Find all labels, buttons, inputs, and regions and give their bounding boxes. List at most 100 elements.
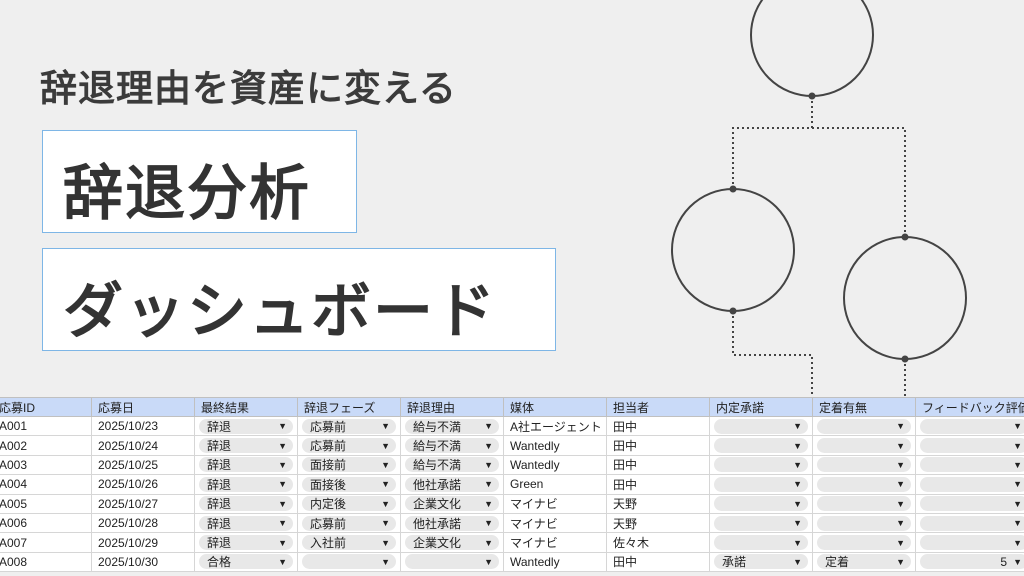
decline-phase-dropdown[interactable]: ▼ (302, 554, 396, 570)
table-row: A001 2025/10/23 辞退 ▼ 応募前 ▼ 給与不満 ▼ A社エージェント 田中 ▼ ▼ ▼ (0, 415, 1024, 437)
cell-owner[interactable]: 田中 (606, 454, 710, 476)
column-header[interactable]: フィードバック評価 (915, 397, 1024, 417)
dropdown-arrow-icon: ▼ (1013, 518, 1022, 529)
flow-circle-top (750, 0, 874, 97)
decline-phase-dropdown[interactable]: 面接前 ▼ (302, 457, 396, 473)
feedback-rating-dropdown[interactable]: ▼ (920, 438, 1024, 454)
retention-dropdown[interactable]: ▼ (817, 418, 911, 434)
decline-phase-dropdown[interactable]: 面接後 ▼ (302, 476, 396, 492)
cell-application-date[interactable]: 2025/10/25 (91, 454, 195, 476)
retention-dropdown[interactable]: 定着 ▼ (817, 554, 911, 570)
offer-acceptance-dropdown[interactable]: ▼ (714, 515, 808, 531)
offer-acceptance-dropdown[interactable]: ▼ (714, 496, 808, 512)
offer-acceptance-dropdown[interactable]: ▼ (714, 476, 808, 492)
cell-media[interactable]: A社エージェント (503, 415, 607, 437)
offer-acceptance-dropdown[interactable]: 承諾 ▼ (714, 554, 808, 570)
decline-reason-dropdown[interactable]: 他社承諾 ▼ (405, 476, 499, 492)
retention-dropdown[interactable]: ▼ (817, 496, 911, 512)
result-dropdown[interactable]: 辞退 ▼ (199, 515, 293, 531)
cell-application-date[interactable]: 2025/10/23 (91, 415, 195, 437)
decline-reason-dropdown[interactable]: 企業文化 ▼ (405, 496, 499, 512)
decline-reason-dropdown[interactable]: 給与不満 ▼ (405, 418, 499, 434)
result-dropdown[interactable]: 辞退 ▼ (199, 496, 293, 512)
flow-node-dot (901, 355, 909, 363)
decline-reason-dropdown[interactable]: 給与不満 ▼ (405, 438, 499, 454)
feedback-rating-dropdown[interactable]: 5 ▼ (920, 554, 1024, 570)
column-header[interactable]: 定着有無 (812, 397, 916, 417)
column-header[interactable]: 媒体 (503, 397, 607, 417)
column-header[interactable]: 内定承諾 (709, 397, 813, 417)
decline-phase-dropdown[interactable]: 応募前 ▼ (302, 515, 396, 531)
cell-media[interactable]: マイナビ (503, 532, 607, 553)
decline-reason-dropdown[interactable]: 他社承諾 ▼ (405, 515, 499, 531)
cell-application-id[interactable]: A002 (0, 435, 92, 456)
cell-application-id[interactable]: A001 (0, 415, 92, 437)
column-header[interactable]: 担当者 (606, 397, 710, 417)
cell-application-date[interactable]: 2025/10/28 (91, 512, 195, 534)
cell-application-date[interactable]: 2025/10/30 (91, 551, 195, 573)
column-header[interactable]: 応募日 (91, 397, 195, 417)
retention-dropdown[interactable]: ▼ (817, 476, 911, 492)
offer-acceptance-dropdown[interactable]: ▼ (714, 438, 808, 454)
dropdown-arrow-icon: ▼ (278, 459, 287, 470)
result-dropdown[interactable]: 辞退 ▼ (199, 476, 293, 492)
column-header[interactable]: 辞退フェーズ (297, 397, 401, 417)
feedback-rating-dropdown[interactable]: ▼ (920, 535, 1024, 551)
dropdown-arrow-icon: ▼ (896, 556, 905, 567)
result-dropdown[interactable]: 辞退 ▼ (199, 438, 293, 454)
cell-media[interactable]: マイナビ (503, 512, 607, 534)
cell-media[interactable]: Wantedly (503, 551, 607, 573)
decline-reason-dropdown[interactable]: ▼ (405, 554, 499, 570)
feedback-rating-dropdown[interactable]: ▼ (920, 476, 1024, 492)
cell-application-id[interactable]: A005 (0, 493, 92, 514)
result-dropdown[interactable]: 辞退 ▼ (199, 457, 293, 473)
cell-owner[interactable]: 天野 (606, 512, 710, 534)
cell-application-date[interactable]: 2025/10/24 (91, 435, 195, 456)
retention-dropdown[interactable]: ▼ (817, 438, 911, 454)
cell-application-date[interactable]: 2025/10/27 (91, 493, 195, 514)
cell-owner[interactable]: 田中 (606, 435, 710, 456)
decline-reason-dropdown[interactable]: 給与不満 ▼ (405, 457, 499, 473)
dropdown-arrow-icon: ▼ (381, 421, 390, 432)
dropdown-arrow-icon: ▼ (484, 518, 493, 529)
cell-owner[interactable]: 佐々木 (606, 532, 710, 553)
cell-application-id[interactable]: A003 (0, 454, 92, 476)
result-dropdown[interactable]: 合格 ▼ (199, 554, 293, 570)
decline-phase-dropdown[interactable]: 応募前 ▼ (302, 438, 396, 454)
retention-dropdown[interactable]: ▼ (817, 535, 911, 551)
feedback-rating-dropdown[interactable]: ▼ (920, 515, 1024, 531)
feedback-rating-dropdown[interactable]: ▼ (920, 496, 1024, 512)
cell-owner[interactable]: 田中 (606, 415, 710, 437)
cell-owner[interactable]: 田中 (606, 551, 710, 573)
dropdown-arrow-icon: ▼ (278, 518, 287, 529)
result-dropdown[interactable]: 辞退 ▼ (199, 535, 293, 551)
cell-media[interactable]: Wantedly (503, 454, 607, 476)
feedback-rating-dropdown[interactable]: ▼ (920, 457, 1024, 473)
cell-owner[interactable]: 天野 (606, 493, 710, 514)
decline-phase-dropdown[interactable]: 内定後 ▼ (302, 496, 396, 512)
cell-application-id[interactable]: A008 (0, 551, 92, 573)
cell-application-id[interactable]: A006 (0, 512, 92, 534)
column-header[interactable]: 応募ID (0, 397, 92, 417)
cell-application-id[interactable]: A007 (0, 532, 92, 553)
result-dropdown[interactable]: 辞退 ▼ (199, 418, 293, 434)
decline-phase-dropdown[interactable]: 入社前 ▼ (302, 535, 396, 551)
offer-acceptance-dropdown[interactable]: ▼ (714, 535, 808, 551)
cell-owner[interactable]: 田中 (606, 474, 710, 495)
cell-media[interactable]: Green (503, 474, 607, 495)
retention-dropdown[interactable]: ▼ (817, 515, 911, 531)
retention-dropdown[interactable]: ▼ (817, 457, 911, 473)
offer-acceptance-dropdown[interactable]: ▼ (714, 418, 808, 434)
cell-application-date[interactable]: 2025/10/29 (91, 532, 195, 553)
offer-acceptance-dropdown[interactable]: ▼ (714, 457, 808, 473)
cell-media[interactable]: マイナビ (503, 493, 607, 514)
column-header[interactable]: 辞退理由 (400, 397, 504, 417)
decline-phase-dropdown[interactable]: 応募前 ▼ (302, 418, 396, 434)
column-header[interactable]: 最終結果 (194, 397, 298, 417)
cell-application-date[interactable]: 2025/10/26 (91, 474, 195, 495)
cell-media[interactable]: Wantedly (503, 435, 607, 456)
feedback-rating-dropdown[interactable]: ▼ (920, 418, 1024, 434)
dropdown-arrow-icon: ▼ (484, 556, 493, 567)
decline-reason-dropdown[interactable]: 企業文化 ▼ (405, 535, 499, 551)
cell-application-id[interactable]: A004 (0, 474, 92, 495)
